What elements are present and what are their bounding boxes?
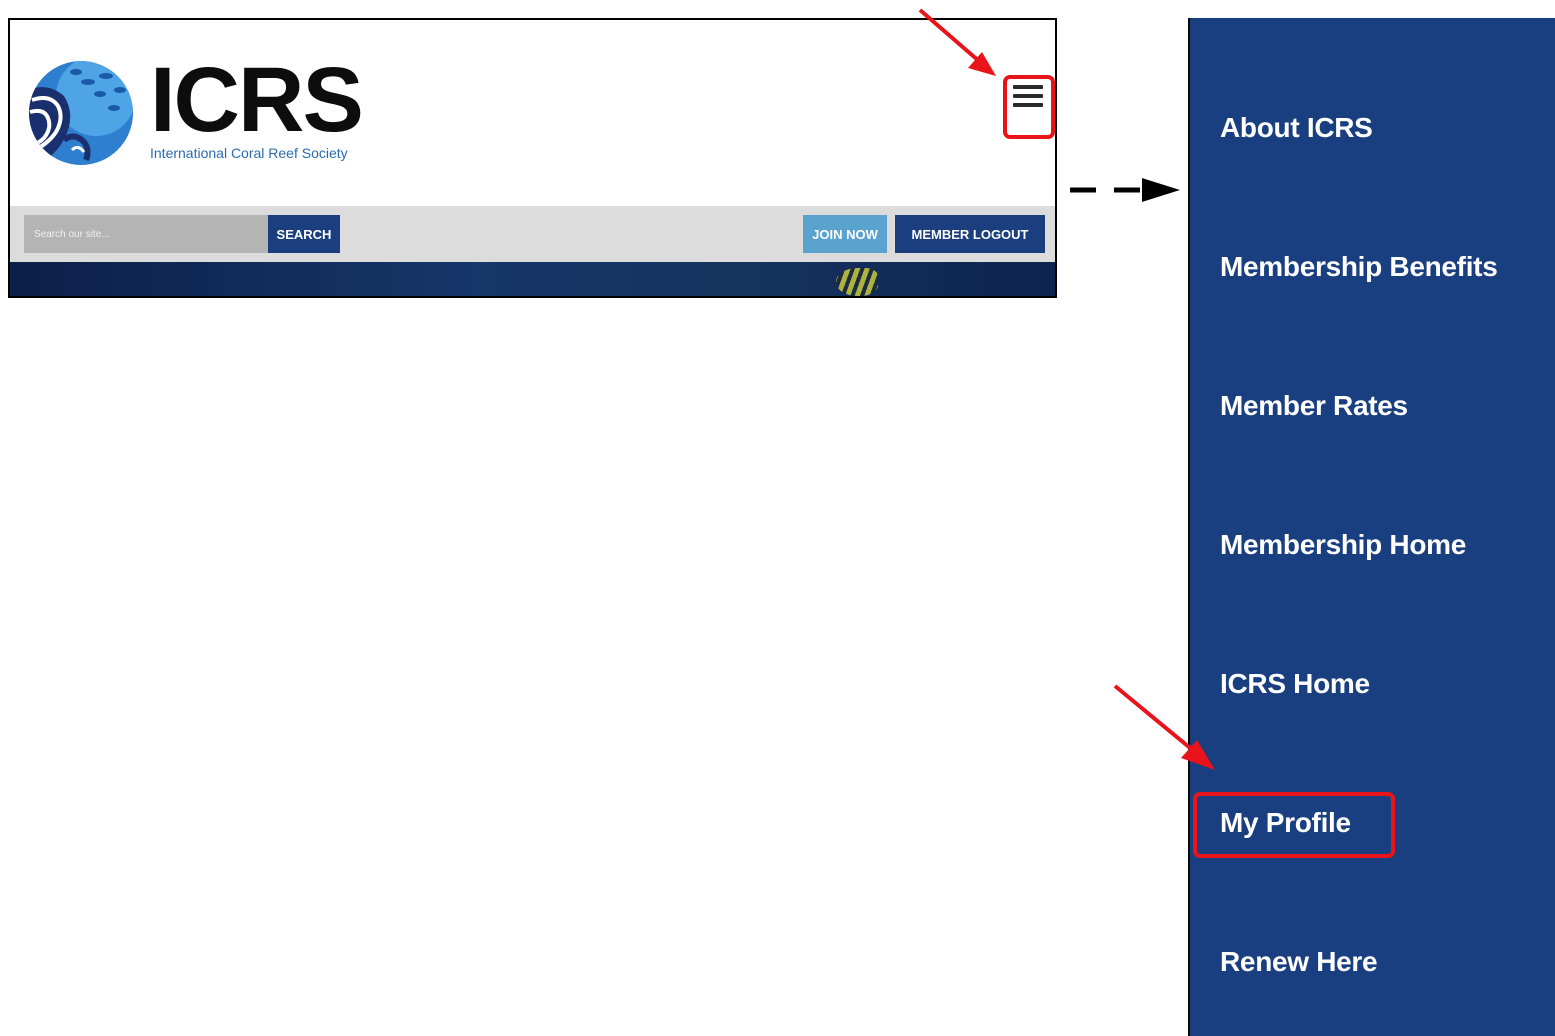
hero-banner <box>10 262 1055 296</box>
menu-item-membership-home[interactable]: Membership Home <box>1220 529 1466 561</box>
member-logout-button[interactable]: MEMBER LOGOUT <box>895 215 1045 253</box>
menu-item-member-rates[interactable]: Member Rates <box>1220 390 1408 422</box>
hamburger-menu-button[interactable] <box>1011 76 1045 116</box>
logo-wordmark: ICRS <box>150 49 364 151</box>
logo-subtitle: International Coral Reef Society <box>150 145 348 161</box>
menu-item-icrs-home[interactable]: ICRS Home <box>1220 668 1370 700</box>
hamburger-icon <box>1013 85 1043 89</box>
join-now-button[interactable]: JOIN NOW <box>803 215 887 253</box>
menu-item-about[interactable]: About ICRS <box>1220 112 1373 144</box>
nav-menu-panel: About ICRS Membership Benefits Member Ra… <box>1188 18 1555 1036</box>
menu-item-my-profile[interactable]: My Profile <box>1220 807 1351 839</box>
site-toolbar: SEARCH JOIN NOW MEMBER LOGOUT <box>10 206 1055 262</box>
dashed-arrow-icon <box>1070 178 1180 202</box>
icrs-logo-icon <box>29 61 133 165</box>
site-header-screenshot: ICRS International Coral Reef Society SE… <box>8 18 1057 298</box>
menu-item-membership-benefits[interactable]: Membership Benefits <box>1220 251 1498 283</box>
search-input[interactable] <box>24 215 268 253</box>
search-button[interactable]: SEARCH <box>268 215 340 253</box>
menu-item-renew-here[interactable]: Renew Here <box>1220 946 1378 978</box>
fish-image <box>836 268 878 296</box>
